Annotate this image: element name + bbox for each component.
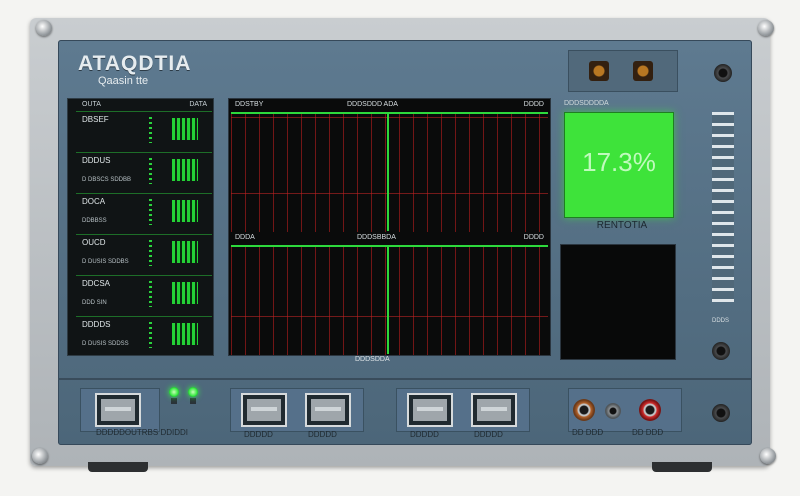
usb-port[interactable] <box>407 393 453 427</box>
av-port-label: DD DDD <box>632 428 664 437</box>
scope-mid-right: DDDD <box>523 234 544 241</box>
readout-header-left: OUTA <box>82 101 101 108</box>
rca-jack-red-icon[interactable] <box>639 399 661 421</box>
rca-jack-gray-icon[interactable] <box>605 403 621 419</box>
scope-top-bar: DDSTBY DDDSDDD ADA DDDD <box>229 101 550 111</box>
channel-row[interactable]: DDDDS D DUSIS SDDSS <box>76 316 212 355</box>
led-base <box>190 398 196 404</box>
power-jack-icon[interactable] <box>714 64 732 82</box>
level-tick-icon <box>149 199 152 225</box>
channel-row[interactable]: DOCA DDBBSS <box>76 193 212 232</box>
level-tick-icon <box>149 240 152 266</box>
scope-mid-bar: DDDA DDDSBBDA DDDD <box>229 234 550 244</box>
usb-port-group-2 <box>230 388 364 432</box>
status-led-icon <box>188 387 198 397</box>
usb-port[interactable] <box>241 393 287 427</box>
status-value: 17.3% <box>582 147 656 177</box>
scope-divider-upper <box>387 113 389 231</box>
brand-subtitle: Qaasin tte <box>98 75 149 87</box>
scope-divider-lower <box>387 246 389 354</box>
screw-icon <box>760 448 776 464</box>
channel-name: DDDDS <box>82 320 111 329</box>
av-port-group <box>568 388 682 432</box>
channel-sub: D DUSIS SDDSS <box>82 341 129 347</box>
panel-divider <box>58 378 752 380</box>
readout-header: OUTA DATA <box>68 101 213 111</box>
channel-sub: D DBSCS SDDBB <box>82 177 132 183</box>
secondary-display <box>560 244 676 360</box>
channel-name: DBSEF <box>82 115 109 124</box>
fuse-icon[interactable] <box>589 61 609 81</box>
status-display: 17.3% <box>564 112 674 218</box>
level-tick-icon <box>149 158 152 184</box>
channel-level-indicator <box>172 282 198 304</box>
level-tick-icon <box>149 117 152 143</box>
level-tick-icon <box>149 322 152 348</box>
channel-name: DOCA <box>82 197 106 206</box>
usb-port-group-3 <box>396 388 530 432</box>
scope-mid-left: DDDA <box>235 234 255 241</box>
readout-header-right: DATA <box>189 101 207 108</box>
usb-port[interactable] <box>471 393 517 427</box>
channel-name: OUCD <box>82 238 106 247</box>
device-foot-right <box>652 462 712 472</box>
status-led-icon <box>169 387 179 397</box>
vent-caption: DDDS <box>712 318 730 324</box>
status-display-label: DDDSDDDDA <box>564 100 609 107</box>
channel-row[interactable]: DDCSA DDD SIN <box>76 275 212 314</box>
channel-name: DDDUS <box>82 156 111 165</box>
channel-level-indicator <box>172 200 198 222</box>
port-label: DDDDD <box>244 430 273 439</box>
screw-icon <box>758 20 774 36</box>
scope-top-left: DDSTBY <box>235 101 264 108</box>
channel-level-indicator <box>172 241 198 263</box>
oscilloscope-screen: DDSTBY DDDSDDD ADA DDDD DDDA DDDSBBDA DD… <box>228 98 551 356</box>
fuse-icon[interactable] <box>633 61 653 81</box>
channel-row[interactable]: DBSEF <box>76 111 212 150</box>
level-tick-icon <box>149 281 152 307</box>
scope-mid-center: DDDSBBDA <box>357 234 396 241</box>
scope-grid-upper <box>231 112 548 232</box>
channel-level-indicator <box>172 159 198 181</box>
rca-jack-orange-icon[interactable] <box>573 399 595 421</box>
status-display-caption: RENTOTIA <box>596 220 648 231</box>
channel-row[interactable]: OUCD D DUSIS SDDBS <box>76 234 212 273</box>
brand-title: ATAQDTIA <box>78 52 192 75</box>
port-group-1-label: DDDDDOUTRBS DDIDDI <box>96 428 188 437</box>
port-label: DDDDD <box>410 430 439 439</box>
usb-port-group-1 <box>80 388 160 432</box>
device-foot-left <box>88 462 148 472</box>
scope-top-right: DDDD <box>523 101 544 108</box>
scope-footer-label: DDDSDDA <box>355 356 390 363</box>
usb-port[interactable] <box>95 393 141 427</box>
screw-icon <box>36 20 52 36</box>
av-port-label: DD DDD <box>572 428 604 437</box>
channel-level-indicator <box>172 118 198 140</box>
channel-sub: D DUSIS SDDBS <box>82 259 129 265</box>
audio-jack-icon[interactable] <box>712 404 730 422</box>
channel-level-indicator <box>172 323 198 345</box>
audio-jack-icon[interactable] <box>712 342 730 360</box>
scope-top-center: DDDSDDD ADA <box>347 101 398 108</box>
ventilation-grille <box>712 112 734 302</box>
port-label: DDDDD <box>308 430 337 439</box>
port-label: DDDDD <box>474 430 503 439</box>
fuse-holder <box>568 50 678 92</box>
channel-name: DDCSA <box>82 279 111 288</box>
screw-icon <box>32 448 48 464</box>
channel-sub: DDD SIN <box>82 300 107 306</box>
scope-grid-lower <box>231 245 548 355</box>
channel-sub: DDBBSS <box>82 218 107 224</box>
usb-port[interactable] <box>305 393 351 427</box>
channel-row[interactable]: DDDUS D DBSCS SDDBB <box>76 152 212 191</box>
channel-readout-panel: OUTA DATA DBSEF DDDUS D DBSCS SDDBB DOCA… <box>67 98 214 356</box>
led-base <box>171 398 177 404</box>
